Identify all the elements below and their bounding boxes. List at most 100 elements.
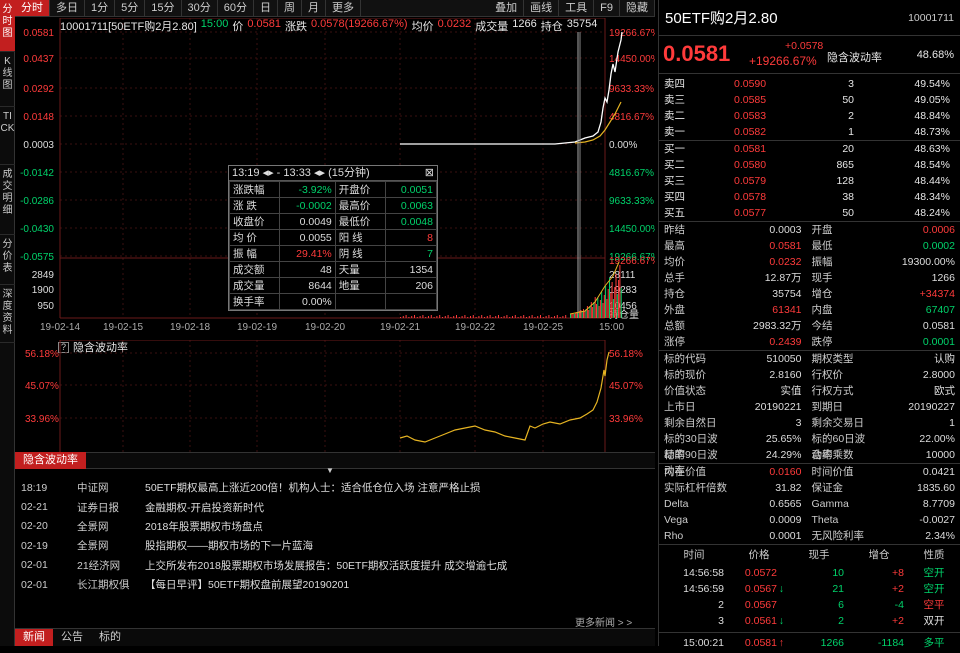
popup-cell: 206	[384, 277, 438, 294]
tab-view-5[interactable]: 深度资料	[0, 285, 15, 343]
book-row[interactable]: 买三 0.0579 128 48.44%	[659, 173, 960, 189]
stat-cell: 总手	[664, 272, 685, 284]
news-title[interactable]: 2018年股票期权市场盘点	[135, 519, 263, 534]
period-button-1[interactable]: 多日	[50, 0, 85, 16]
bottom-tab-2[interactable]: 标的	[91, 629, 129, 646]
volume-bar	[580, 310, 582, 318]
tool-button-3[interactable]: F9	[594, 0, 620, 16]
book-row[interactable]: 卖一 0.0582 1 48.73%	[659, 124, 960, 140]
tool-button-0[interactable]: 叠加	[489, 0, 525, 16]
book-row[interactable]: 卖四 0.0590 3 49.54%	[659, 76, 960, 92]
period-button-0[interactable]: 分时	[15, 0, 50, 16]
period-button-5[interactable]: 30分	[182, 0, 218, 16]
stat-cell: 到期日	[811, 401, 844, 413]
volume-bar	[514, 315, 516, 318]
stat-cell: 0.0160	[769, 466, 802, 478]
trades-header: 时间 价格 现手 增仓 性质	[659, 545, 960, 565]
stat-cell: 2.34%	[925, 530, 955, 542]
volume-bar	[419, 316, 421, 318]
news-title[interactable]: 金融期权-开启投资新时代	[135, 500, 264, 515]
trade-oi-change: -1184	[877, 637, 904, 649]
volume-bar	[411, 316, 413, 318]
stat-cell: 均价	[664, 256, 685, 268]
period-button-4[interactable]: 15分	[145, 0, 182, 16]
volume-bar	[481, 315, 483, 318]
tab-iv[interactable]: 隐含波动率	[15, 452, 86, 469]
news-item[interactable]: 18:19 中证网 50ETF期权最高上涨近200倍！机构人士：适合低仓位入场 注意…	[15, 478, 655, 497]
tab-view-2[interactable]: TICK	[0, 107, 15, 165]
book-cell: 买三	[664, 175, 685, 187]
more-news-link[interactable]: 更多新闻 > >	[575, 614, 632, 629]
book-row[interactable]: 买一 0.0581 20 48.63%	[659, 141, 960, 157]
volume-bar	[444, 316, 446, 318]
stat-cell: 期权类型	[811, 353, 854, 365]
book-row[interactable]: 卖二 0.0583 2 48.84%	[659, 108, 960, 124]
stat-cell: 时间价值	[811, 466, 854, 478]
arrow-down-icon: ↓	[778, 583, 784, 595]
book-cell: 20	[842, 143, 854, 155]
trade-oi-change: +8	[892, 567, 904, 579]
volume-bar	[400, 317, 401, 318]
news-title[interactable]: 50ETF期权最高上涨近200倍！机构人士：适合低仓位入场 注意严格止损	[135, 480, 480, 495]
book-row[interactable]: 买四 0.0578 38 48.34%	[659, 189, 960, 205]
volume-bar	[572, 314, 574, 318]
news-item[interactable]: 02-01 长江期权俱 【每日早评】50ETF期权盘前展望20190201	[15, 575, 655, 594]
stat-cell: 0.0003	[769, 224, 802, 236]
tab-view-4[interactable]: 分价表	[0, 235, 15, 285]
news-item[interactable]: 02-20 全景网 2018年股票期权市场盘点	[15, 517, 655, 536]
book-cell: 50	[842, 94, 854, 106]
book-cell: 49.54%	[914, 78, 950, 90]
news-item[interactable]: 02-01 21经济网 上交所发布2018股票期权市场发展报告：50ETF期权活跃度…	[15, 556, 655, 575]
period-button-2[interactable]: 1分	[85, 0, 116, 16]
iv-chart[interactable]: 56.18% 56.18% 45.07% 45.07% 33.96% 33.96%	[15, 340, 655, 452]
period-button-7[interactable]: 日	[254, 0, 278, 16]
book-row[interactable]: 卖三 0.0585 50 49.05%	[659, 92, 960, 108]
bottom-tab-1[interactable]: 公告	[53, 629, 91, 646]
news-title[interactable]: 股指期权——期权市场的下一片蓝海	[135, 538, 313, 553]
price-tick-label: -0.0142	[20, 168, 54, 179]
book-cell: 买二	[664, 159, 685, 171]
book-cell: 49.05%	[914, 94, 950, 106]
bottom-tab-0[interactable]: 新闻	[15, 629, 53, 646]
price-change: +0.0578	[785, 40, 824, 52]
volume-bar	[489, 315, 491, 318]
period-button-10[interactable]: 更多	[326, 0, 361, 16]
book-row[interactable]: 买二 0.0580 865 48.54%	[659, 157, 960, 173]
stat-cell: 510050	[766, 353, 802, 365]
book-row[interactable]: 买五 0.0577 50 48.24%	[659, 205, 960, 221]
collapse-arrow-icon[interactable]: ▼	[325, 467, 335, 475]
popup-cell: 开盘价	[334, 181, 386, 198]
popup-cell: 最低价	[334, 213, 386, 230]
stat-row: 实际杠杆倍数 31.82 保证金 1835.60	[659, 480, 960, 496]
trade-oi-change: +2	[892, 583, 904, 595]
news-date: 02-21	[21, 501, 48, 514]
volume-bar	[616, 294, 618, 318]
news-title[interactable]: 上交所发布2018股票期权市场发展报告：50ETF期权活跃度提升 成交增逾七成	[135, 558, 507, 573]
news-title[interactable]: 【每日早评】50ETF期权盘前展望20190201	[135, 577, 349, 592]
popup-cell: -0.0002	[279, 197, 336, 214]
period-button-9[interactable]: 月	[302, 0, 326, 16]
pct-tick-label: 4816.67%	[609, 168, 654, 179]
popup-cell	[384, 293, 438, 310]
news-item[interactable]: 02-21 证券日报 金融期权-开启投资新时代	[15, 497, 655, 516]
tool-button-2[interactable]: 工具	[559, 0, 595, 16]
quote-line: 10001711[50ETF购2月2.80] 15:00 价 0.0581 涨跌…	[60, 18, 597, 33]
volume-bar	[584, 311, 586, 318]
price-tick-label: 0.0148	[23, 112, 54, 123]
book-cell: 0.0582	[734, 126, 767, 138]
oi-label: 持仓	[540, 21, 563, 33]
tool-button-1[interactable]: 画线	[524, 0, 560, 16]
tab-view-1[interactable]: K线图	[0, 52, 15, 107]
stat-cell: -0.0027	[919, 514, 955, 526]
popup-cell: 振 幅	[228, 245, 281, 262]
tool-button-4[interactable]: 隐藏	[620, 0, 655, 16]
volume-bar	[523, 315, 525, 318]
close-icon[interactable]: ⊠	[425, 166, 434, 180]
period-button-3[interactable]: 5分	[115, 0, 146, 16]
popup-row: 振 幅 29.41% 阴 线7	[228, 245, 438, 262]
news-item[interactable]: 02-19 全景网 股指期权——期权市场的下一片蓝海	[15, 536, 655, 555]
period-button-8[interactable]: 周	[278, 0, 302, 16]
tab-view-0[interactable]: 分时图	[0, 0, 15, 52]
tab-view-3[interactable]: 成交明细	[0, 165, 15, 235]
period-button-6[interactable]: 60分	[218, 0, 254, 16]
